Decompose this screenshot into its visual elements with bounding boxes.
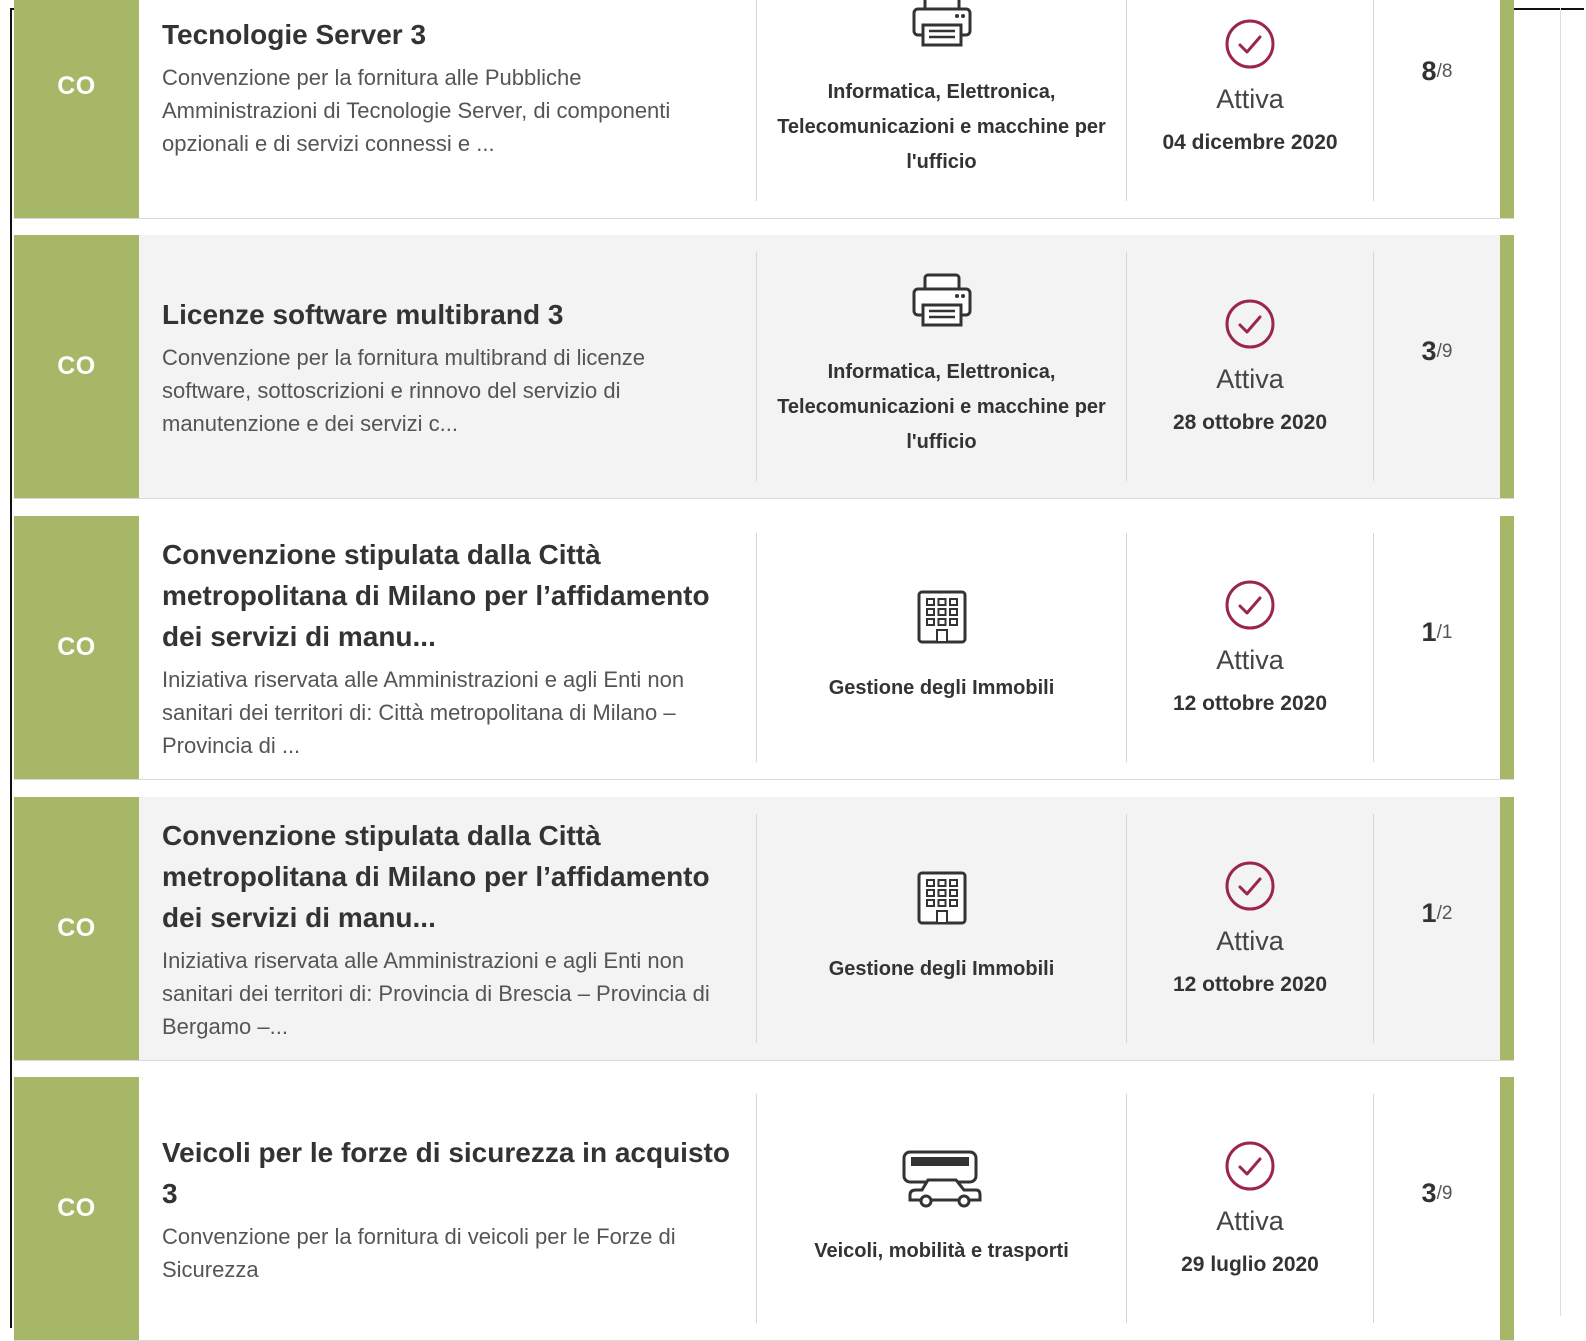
initiative-list: CO Tecnologie Server 3 Convenzione per l… — [0, 0, 1586, 1341]
status-date: 28 ottobre 2020 — [1172, 411, 1328, 434]
building-icon — [917, 590, 966, 644]
status-label: Attiva — [1216, 645, 1284, 675]
category-label: Veicoli, mobilità e trasporti — [814, 1240, 1069, 1262]
status-column: Attiva 28 ottobre 2020 — [1127, 235, 1373, 498]
lots-active: 3 — [1421, 1178, 1437, 1208]
card-accent-bar — [1500, 516, 1514, 779]
type-code-badge: CO — [14, 235, 139, 498]
category-label: Informatica, Elettronica, Telecomunicazi… — [777, 81, 1106, 173]
status-column: Attiva 12 ottobre 2020 — [1127, 516, 1373, 779]
card-info: Tecnologie Server 3 Convenzione per la f… — [139, 0, 756, 218]
building-icon — [917, 871, 966, 925]
check-circle-icon — [1225, 580, 1275, 630]
card-accent-bar — [1500, 797, 1514, 1060]
card-description: Iniziativa riservata alle Amministrazion… — [162, 947, 710, 1039]
category-label: Informatica, Elettronica, Telecomunicazi… — [777, 361, 1106, 453]
check-circle-icon — [1225, 299, 1275, 349]
lots-counter: 8/8 — [1374, 0, 1500, 218]
category-column: Veicoli, mobilità e trasporti — [757, 1077, 1126, 1340]
category-column: Gestione degli Immobili — [757, 516, 1126, 779]
lots-counter: 1/2 — [1374, 797, 1500, 1060]
card-description: Convenzione per la fornitura multibrand … — [162, 344, 646, 436]
status-date: 29 luglio 2020 — [1181, 1253, 1319, 1276]
lots-active: 1 — [1421, 898, 1437, 928]
status-label: Attiva — [1216, 364, 1284, 394]
card-accent-bar — [1500, 235, 1514, 498]
card-info: Convenzione stipulata dalla Città metrop… — [139, 797, 756, 1060]
printer-icon — [912, 0, 971, 47]
status-column: Attiva 29 luglio 2020 — [1127, 1077, 1373, 1340]
category-column: Informatica, Elettronica, Telecomunicazi… — [757, 0, 1126, 218]
lots-counter: 1/1 — [1374, 516, 1500, 779]
initiative-card[interactable]: CO Tecnologie Server 3 Convenzione per l… — [14, 0, 1514, 219]
card-accent-bar — [1500, 0, 1514, 218]
lots-total: /1 — [1436, 621, 1453, 643]
status-date: 04 dicembre 2020 — [1162, 131, 1338, 154]
lots-counter: 3/9 — [1374, 235, 1500, 498]
card-title[interactable]: Convenzione stipulata dalla Città metrop… — [162, 815, 736, 938]
lots-total: /9 — [1436, 1182, 1453, 1204]
lots-active: 3 — [1421, 336, 1437, 366]
check-circle-icon — [1225, 861, 1275, 911]
initiative-card[interactable]: CO Convenzione stipulata dalla Città met… — [14, 516, 1514, 780]
status-label: Attiva — [1216, 926, 1284, 956]
type-code-badge: CO — [14, 516, 139, 779]
category-column: Informatica, Elettronica, Telecomunicazi… — [757, 235, 1126, 498]
type-code-badge: CO — [14, 1077, 139, 1340]
check-circle-icon — [1225, 1141, 1275, 1191]
card-title[interactable]: Convenzione stipulata dalla Città metrop… — [162, 534, 736, 657]
card-info: Licenze software multibrand 3 Convenzion… — [139, 235, 756, 498]
card-accent-bar — [1500, 1077, 1514, 1340]
initiative-card[interactable]: CO Convenzione stipulata dalla Città met… — [14, 797, 1514, 1061]
status-date: 12 ottobre 2020 — [1172, 973, 1328, 996]
card-description: Convenzione per la fornitura di veicoli … — [162, 1223, 676, 1282]
status-column: Attiva 04 dicembre 2020 — [1127, 0, 1373, 218]
status-column: Attiva 12 ottobre 2020 — [1127, 797, 1373, 1060]
lots-total: /8 — [1436, 60, 1453, 82]
initiative-card[interactable]: CO Veicoli per le forze di sicurezza in … — [14, 1077, 1514, 1341]
status-date: 12 ottobre 2020 — [1172, 692, 1328, 715]
card-description: Iniziativa riservata alle Amministrazion… — [162, 666, 685, 758]
lots-active: 1 — [1421, 617, 1437, 647]
printer-icon — [912, 273, 971, 327]
check-circle-icon — [1225, 19, 1275, 69]
card-info: Veicoli per le forze di sicurezza in acq… — [139, 1077, 756, 1340]
category-column: Gestione degli Immobili — [757, 797, 1126, 1060]
lots-total: /2 — [1436, 902, 1453, 924]
type-code-badge: CO — [14, 0, 139, 218]
lots-counter: 3/9 — [1374, 1077, 1500, 1340]
lots-total: /9 — [1436, 340, 1453, 362]
category-label: Gestione degli Immobili — [828, 958, 1055, 980]
vehicles-icon — [902, 1150, 981, 1208]
status-label: Attiva — [1216, 1206, 1284, 1236]
card-title[interactable]: Veicoli per le forze di sicurezza in acq… — [162, 1132, 736, 1214]
type-code-badge: CO — [14, 797, 139, 1060]
category-label: Gestione degli Immobili — [828, 677, 1055, 699]
card-info: Convenzione stipulata dalla Città metrop… — [139, 516, 756, 779]
lots-active: 8 — [1421, 56, 1437, 86]
card-title[interactable]: Licenze software multibrand 3 — [162, 294, 736, 335]
status-label: Attiva — [1216, 84, 1284, 114]
initiative-card[interactable]: CO Licenze software multibrand 3 Convenz… — [14, 235, 1514, 499]
card-description: Convenzione per la fornitura alle Pubbli… — [162, 64, 671, 156]
card-title[interactable]: Tecnologie Server 3 — [162, 14, 736, 55]
